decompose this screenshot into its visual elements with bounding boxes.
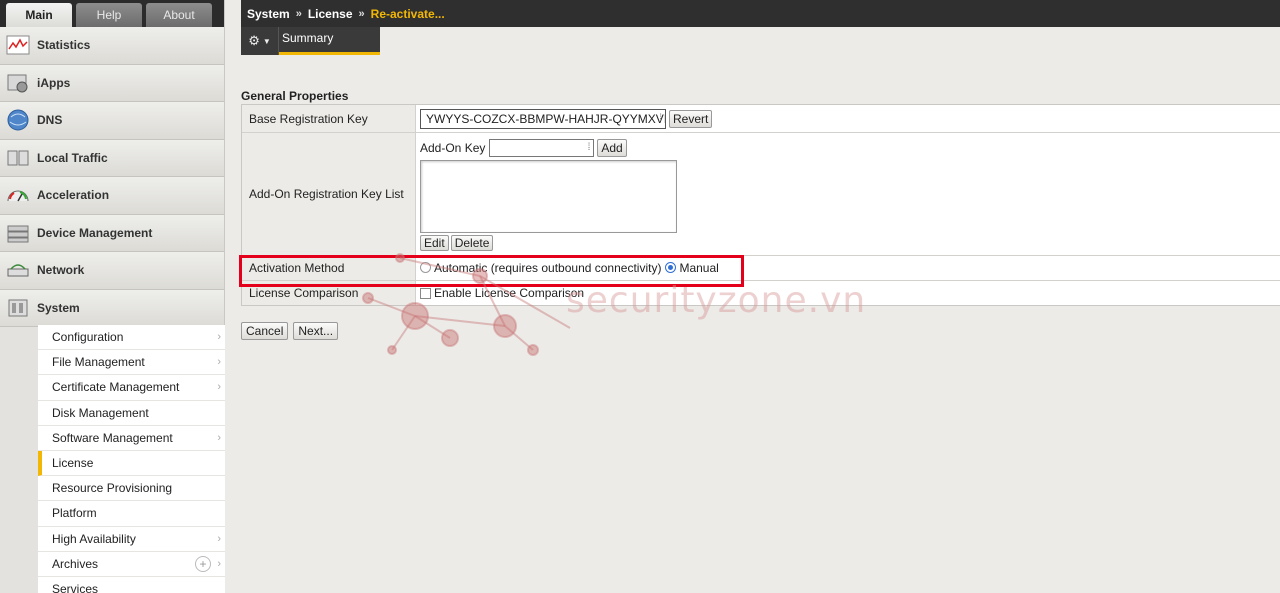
gear-icon: ⚙ <box>248 33 260 48</box>
nav-item-local-traffic[interactable]: Local Traffic <box>0 139 224 177</box>
base-key-cell: YWYYS-COZCX-BBMPW-HAHJR-QYYMXVI ⁞ Revert <box>416 105 1280 132</box>
chevron-right-icon: › <box>217 356 221 369</box>
nav-label: Device Management <box>37 225 153 240</box>
nav-item-acceleration[interactable]: Acceleration <box>0 177 224 215</box>
top-tabs: Main Help About <box>0 0 224 27</box>
system-icon <box>6 297 30 319</box>
breadcrumb-system[interactable]: System <box>247 7 290 21</box>
chevron-right-icon: › <box>217 381 221 394</box>
addon-key-input[interactable]: ⁞ <box>489 139 595 157</box>
nav-label: System <box>37 300 80 315</box>
submenu-item-platform[interactable]: Platform <box>38 501 225 527</box>
watermark-text: securityzone.vn <box>566 280 867 321</box>
breadcrumb-separator: » <box>358 7 365 20</box>
add-button[interactable]: Add <box>597 139 627 157</box>
nav-item-iapps[interactable]: iApps <box>0 64 224 102</box>
submenu-label: High Availability <box>52 531 136 546</box>
section-title: General Properties <box>241 89 349 103</box>
submenu-label: Resource Provisioning <box>52 481 173 496</box>
submenu-item-file-management[interactable]: File Management › <box>38 350 225 376</box>
gear-menu-button[interactable]: ⚙ ▼ <box>241 27 279 55</box>
breadcrumb-license[interactable]: License <box>308 7 353 21</box>
submenu-label: Archives <box>52 556 99 571</box>
breadcrumb: System » License » Re-activate... <box>241 0 1280 27</box>
iapps-icon <box>6 72 30 94</box>
tab-summary[interactable]: Summary <box>279 27 380 55</box>
chevron-down-icon: ▼ <box>262 36 271 46</box>
network-icon <box>6 259 30 281</box>
nav-label: Acceleration <box>37 188 110 203</box>
submenu-label: File Management <box>52 355 145 370</box>
revert-button[interactable]: Revert <box>669 109 713 128</box>
local-traffic-icon <box>6 147 30 169</box>
addon-key-label: Add-On Key <box>420 141 486 155</box>
submenu-label: Platform <box>52 506 97 521</box>
dns-globe-icon <box>6 109 30 131</box>
key-input-icon: ⁞ <box>587 142 591 153</box>
submenu-label: Configuration <box>52 330 124 345</box>
chevron-right-icon: › <box>217 557 221 570</box>
watermark-network-graphic <box>362 253 571 356</box>
manual-label: Manual <box>679 261 719 275</box>
submenu-label: License <box>52 456 94 471</box>
acceleration-gauge-icon <box>6 184 30 206</box>
row-base-registration-key: Base Registration Key YWYYS-COZCX-BBMPW-… <box>242 105 1280 133</box>
chevron-right-icon: › <box>217 431 221 444</box>
nav-label: iApps <box>37 75 71 90</box>
tab-about[interactable]: About <box>146 3 212 27</box>
nav-item-system[interactable]: System <box>0 289 224 327</box>
addon-key-listbox[interactable] <box>420 160 677 233</box>
nav-item-network[interactable]: Network <box>0 252 224 290</box>
submenu-item-archives[interactable]: Archives + › <box>38 551 225 577</box>
submenu-item-disk-management[interactable]: Disk Management <box>38 400 225 426</box>
chevron-right-icon: › <box>217 331 221 344</box>
submenu-item-high-availability[interactable]: High Availability › <box>38 526 225 552</box>
submenu-item-resource-provisioning[interactable]: Resource Provisioning <box>38 476 225 502</box>
key-input-icon: ⁞ <box>659 113 662 124</box>
breadcrumb-current: Re-activate... <box>370 6 445 21</box>
addon-list-label: Add-On Registration Key List <box>242 133 416 255</box>
nav-label: DNS <box>37 113 63 128</box>
base-registration-key-input[interactable]: YWYYS-COZCX-BBMPW-HAHJR-QYYMXVI ⁞ <box>420 108 666 129</box>
nav-label: Local Traffic <box>37 150 108 165</box>
nav-item-statistics[interactable]: Statistics <box>0 27 224 65</box>
nav-item-dns[interactable]: DNS <box>0 102 224 140</box>
radio-manual[interactable] <box>665 261 677 273</box>
submenu-label: Disk Management <box>52 405 149 420</box>
system-submenu: Configuration › File Management › Certific… <box>38 325 225 593</box>
submenu-label: Certificate Management <box>52 380 180 395</box>
next-button[interactable]: Next... <box>293 322 339 340</box>
device-management-icon <box>6 222 30 244</box>
breadcrumb-separator: » <box>295 7 302 20</box>
tab-help[interactable]: Help <box>76 3 142 27</box>
chevron-right-icon: › <box>217 532 221 545</box>
base-key-value: YWYYS-COZCX-BBMPW-HAHJR-QYYMXVI <box>426 111 666 126</box>
submenu-item-license[interactable]: License <box>38 450 225 477</box>
submenu-label: Software Management <box>52 430 173 445</box>
form-actions: Cancel Next... <box>241 322 343 340</box>
page-tabs: ⚙ ▼ Summary <box>241 27 380 55</box>
row-addon-key-list: Add-On Registration Key List Add-On Key … <box>242 133 1280 256</box>
sidebar: Main Help About Statistics iApps DNS Loc… <box>0 0 225 593</box>
submenu-item-services[interactable]: Services <box>38 576 225 593</box>
tab-main[interactable]: Main <box>6 3 72 27</box>
base-key-label: Base Registration Key <box>242 105 416 132</box>
submenu-item-configuration[interactable]: Configuration › <box>38 325 225 351</box>
cancel-button[interactable]: Cancel <box>241 322 289 340</box>
nav-label: Statistics <box>37 38 91 53</box>
nav-item-device-management[interactable]: Device Management <box>0 214 224 252</box>
statistics-icon <box>6 34 30 56</box>
submenu-label: Services <box>52 581 99 593</box>
add-circle-icon[interactable]: + <box>195 555 211 572</box>
addon-cell: Add-On Key ⁞ Add Edit Delete <box>416 133 1280 255</box>
nav-label: Network <box>37 263 85 278</box>
submenu-item-software-management[interactable]: Software Management › <box>38 425 225 451</box>
submenu-item-certificate-management[interactable]: Certificate Management › <box>38 375 225 401</box>
